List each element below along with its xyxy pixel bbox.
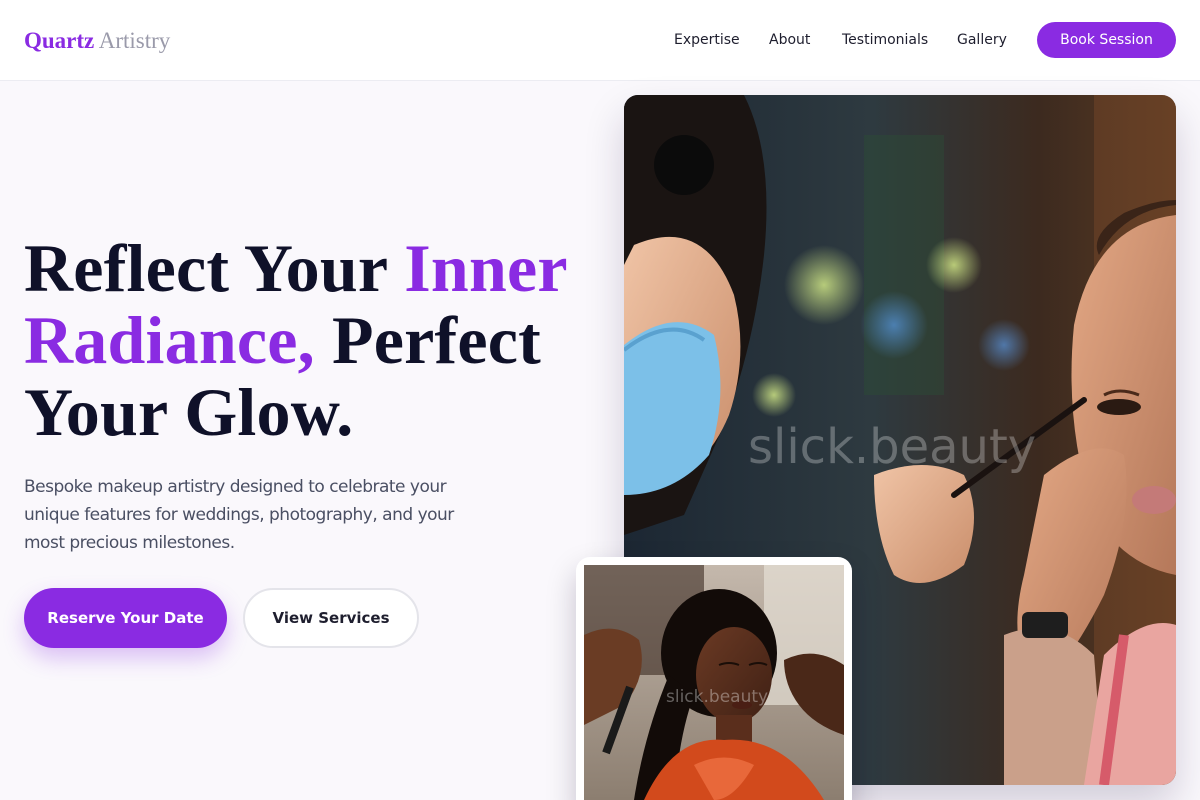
book-session-button[interactable]: Book Session [1037,22,1176,58]
secondary-image-card: slick.beauty [576,557,852,800]
top-nav: Quartz Artistry Expertise About Testimon… [0,0,1200,81]
reserve-date-button[interactable]: Reserve Your Date [24,588,227,648]
headline-accent-2: Radiance, [24,302,315,378]
nav-link-expertise[interactable]: Expertise [674,31,740,49]
headline-part-1: Reflect Your [24,230,405,306]
hero-subtext: Bespoke makeup artistry designed to cele… [24,477,454,553]
main-watermark: slick.beauty [748,419,1036,475]
brand-name-light: Artistry [98,28,171,53]
view-services-button[interactable]: View Services [243,588,419,648]
hero-headline: Reflect Your Inner Radiance, Perfect You… [24,232,568,448]
small-watermark: slick.beauty [666,687,768,707]
nav-link-about[interactable]: About [769,31,810,49]
brand-name-strong: Quartz [24,28,95,53]
nav-link-gallery[interactable]: Gallery [957,31,1007,49]
headline-accent-1: Inner [404,230,568,306]
headline-part-2: Perfect [314,302,541,378]
headline-part-3: Your Glow. [24,374,354,450]
nav-link-testimonials[interactable]: Testimonials [842,31,928,49]
brand-logo[interactable]: Quartz Artistry [24,27,170,55]
secondary-image: slick.beauty [584,565,844,800]
